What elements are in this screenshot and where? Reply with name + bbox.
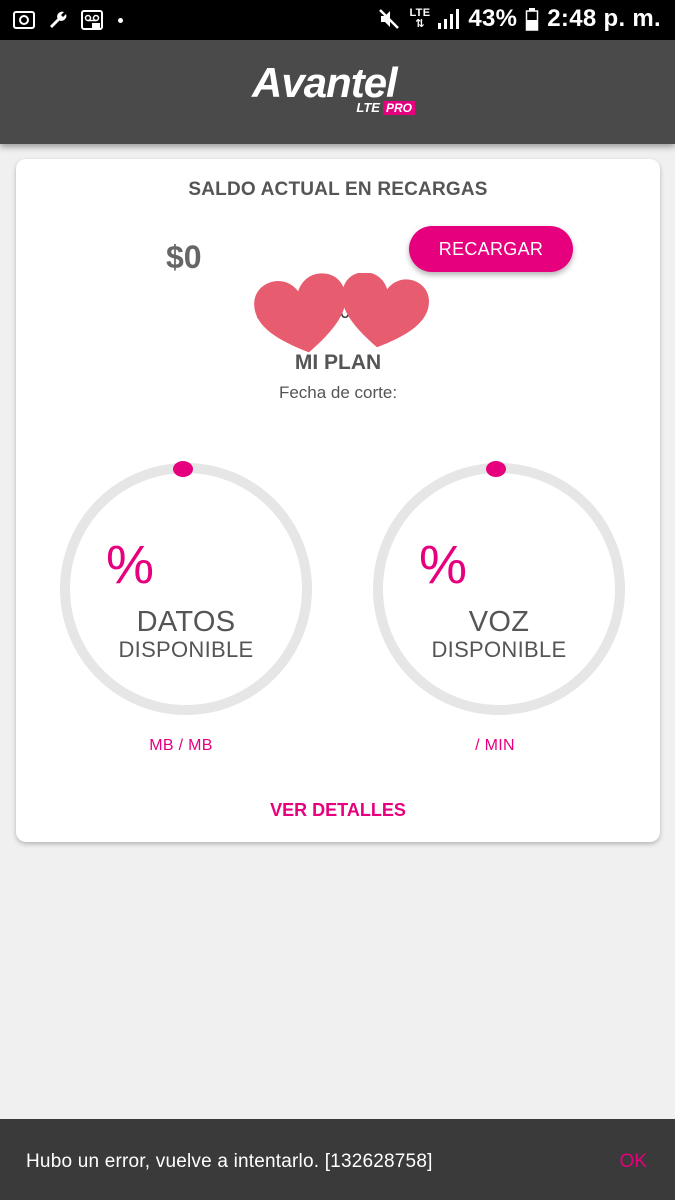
signal-icon: [438, 9, 460, 29]
logo-pro: PRO: [382, 100, 415, 115]
voz-gauge: % VOZ DISPONIBLE: [369, 459, 629, 719]
voicemail-icon: [81, 10, 103, 30]
snackbar-message: Hubo un error, vuelve a intentarlo. [132…: [26, 1151, 433, 1172]
mute-icon: [379, 9, 400, 29]
datos-progress-dot: [173, 461, 193, 477]
balance-card: SALDO ACTUAL EN RECARGAS $0 RECARGAR l 0…: [16, 159, 660, 842]
battery-icon: [526, 8, 539, 31]
more-notifications-dot: [118, 17, 123, 23]
saldo-amount: $0: [166, 239, 202, 275]
voz-label: VOZ: [468, 606, 530, 638]
hearts-sticker-icon: [254, 273, 429, 353]
datos-unit: MB / MB: [149, 737, 213, 754]
recargar-button[interactable]: RECARGAR: [409, 226, 573, 272]
fecha-corte-label: Fecha de corte:: [278, 383, 398, 402]
voz-unit: / MIN: [475, 737, 515, 754]
logo-subtitle: LTE PRO: [356, 100, 415, 115]
lte-indicator: LTE ⇅: [409, 8, 430, 30]
notification-icons: [12, 8, 123, 32]
ver-detalles-link[interactable]: VER DETALLES: [16, 800, 660, 821]
voz-sublabel: DISPONIBLE: [431, 637, 567, 662]
snackbar-ok-button[interactable]: OK: [620, 1151, 647, 1173]
datos-label: DATOS: [136, 606, 236, 638]
app-header: Avantel LTE PRO: [0, 40, 675, 144]
data-arrows-icon: ⇅: [415, 18, 425, 30]
logo-lte: LTE: [356, 100, 380, 115]
voz-ring: [373, 461, 625, 715]
status-bar: LTE ⇅ 43% 2:48 p. m.: [0, 0, 675, 40]
saldo-title: SALDO ACTUAL EN RECARGAS: [188, 179, 488, 200]
voz-percent: %: [419, 535, 468, 595]
datos-ring: [60, 461, 312, 715]
screenshot-icon: [13, 11, 35, 29]
system-indicators: LTE ⇅ 43% 2:48 p. m.: [377, 5, 661, 33]
datos-gauge: % DATOS DISPONIBLE: [56, 459, 316, 719]
wrench-icon: [50, 11, 67, 28]
datos-percent: %: [106, 535, 155, 595]
voz-progress-dot: [486, 461, 506, 477]
avantel-logo: Avantel LTE PRO: [252, 60, 427, 120]
plan-title: MI PLAN: [294, 351, 382, 374]
clock: 2:48 p. m.: [547, 5, 661, 32]
datos-sublabel: DISPONIBLE: [118, 637, 254, 662]
battery-percent: 43%: [468, 5, 518, 32]
error-snackbar: Hubo un error, vuelve a intentarlo. [132…: [0, 1119, 675, 1200]
